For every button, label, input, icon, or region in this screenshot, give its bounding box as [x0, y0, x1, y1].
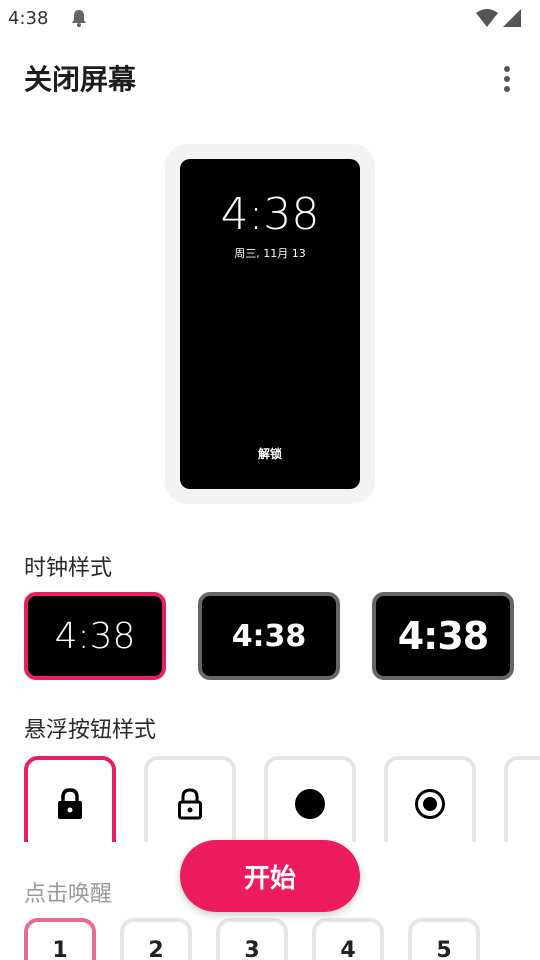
preview-screen: 4:38 周三, 11月 13 解锁 — [180, 159, 360, 489]
tap-wake-option-label: 5 — [436, 938, 452, 960]
tap-wake-option-4[interactable]: 4 — [312, 918, 384, 960]
float-style-option-1[interactable] — [24, 756, 116, 842]
clock-style-option-2[interactable]: 4:38 — [198, 592, 340, 680]
float-style-option-5[interactable] — [504, 756, 540, 842]
tap-wake-option-5[interactable]: 5 — [408, 918, 480, 960]
float-button-style-title: 悬浮按钮样式 — [24, 718, 157, 743]
tap-wake-option-1[interactable]: 1 — [24, 918, 96, 960]
preview-date: 周三, 11月 13 — [234, 247, 306, 260]
status-time: 4:38 — [8, 8, 49, 29]
clock-style-option-3[interactable]: 4:38 — [372, 592, 514, 680]
float-button-style-list — [0, 752, 540, 842]
preview-frame: 4:38 周三, 11月 13 解锁 — [165, 144, 375, 504]
more-vertical-icon[interactable] — [492, 64, 522, 94]
tap-wake-option-label: 1 — [52, 938, 68, 960]
lock-filled-icon — [56, 787, 84, 825]
tap-wake-title: 点击唤醒 — [24, 882, 113, 907]
preview-unlock-label: 解锁 — [257, 447, 282, 461]
preview-clock: 4:38 — [220, 189, 320, 240]
tap-wake-option-3[interactable]: 3 — [216, 918, 288, 960]
notification-bell-icon — [70, 9, 88, 31]
start-button[interactable]: 开始 — [180, 840, 360, 912]
cell-signal-icon — [502, 8, 522, 32]
page-title: 关闭屏幕 — [24, 63, 137, 96]
tap-wake-option-label: 2 — [148, 938, 164, 960]
radio-dot-icon — [414, 788, 446, 824]
clock-style-title: 时钟样式 — [24, 556, 113, 581]
status-bar: 4:38 — [0, 0, 540, 36]
clock-style-label: 4:38 — [397, 614, 490, 658]
circle-filled-icon — [294, 788, 326, 824]
float-style-option-4[interactable] — [384, 756, 476, 842]
app-bar: 关闭屏幕 — [0, 50, 540, 106]
lock-outline-icon — [176, 787, 204, 825]
clock-style-option-1[interactable]: 4:38 — [24, 592, 166, 680]
clock-style-label: 4:38 — [231, 618, 307, 654]
tap-wake-option-2[interactable]: 2 — [120, 918, 192, 960]
tap-wake-option-label: 4 — [340, 938, 356, 960]
wifi-icon — [476, 8, 498, 32]
float-style-option-3[interactable] — [264, 756, 356, 842]
tap-wake-option-label: 3 — [244, 938, 260, 960]
tap-wake-options: 1 2 3 4 5 — [0, 916, 540, 960]
clock-style-label: 4:38 — [54, 615, 136, 657]
float-style-option-2[interactable] — [144, 756, 236, 842]
